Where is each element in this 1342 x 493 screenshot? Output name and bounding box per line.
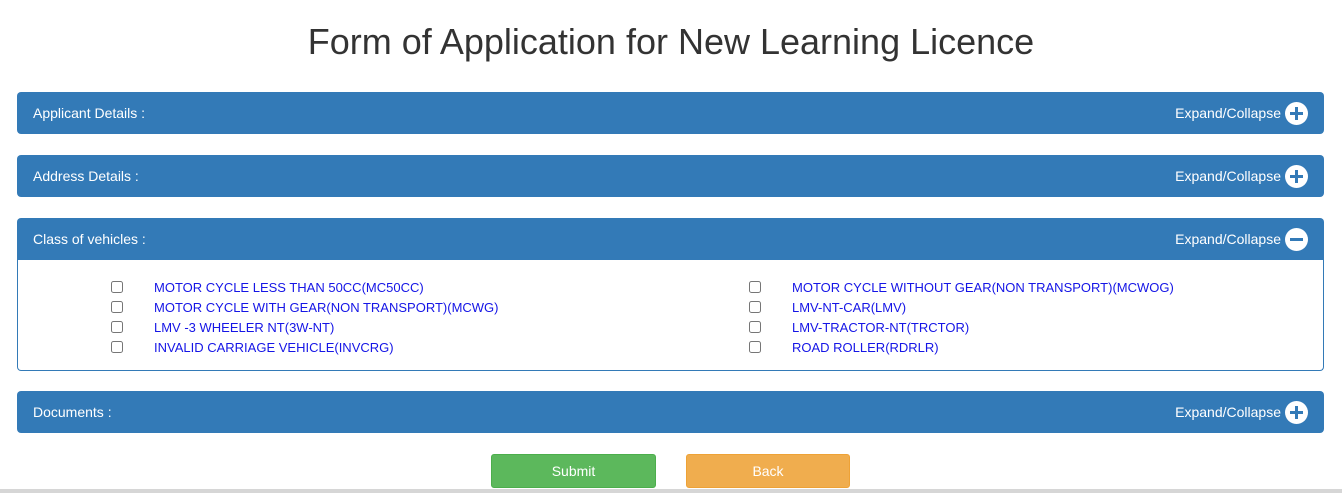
vehicle-option[interactable]: ROAD ROLLER(RDRLR) [749, 337, 1174, 357]
vehicle-list-right: MOTOR CYCLE WITHOUT GEAR(NON TRANSPORT)(… [749, 277, 1174, 357]
applicant-details-panel: Applicant Details : Expand/Collapse [17, 92, 1324, 134]
address-details-header[interactable]: Address Details : Expand/Collapse [17, 155, 1324, 197]
vehicle-option-label[interactable]: MOTOR CYCLE WITHOUT GEAR(NON TRANSPORT)(… [792, 280, 1174, 295]
minus-circle-icon[interactable] [1285, 227, 1308, 251]
vehicle-option[interactable]: LMV-NT-CAR(LMV) [749, 297, 1174, 317]
class-of-vehicles-panel: Class of vehicles : Expand/Collapse MOTO… [17, 218, 1324, 371]
address-details-title: Address Details : [33, 168, 139, 184]
vehicle-option-label[interactable]: INVALID CARRIAGE VEHICLE(INVCRG) [154, 340, 394, 355]
expand-collapse-label: Expand/Collapse [1175, 231, 1281, 247]
vehicle-option-label[interactable]: ROAD ROLLER(RDRLR) [792, 340, 939, 355]
vehicle-checkbox[interactable] [111, 281, 123, 293]
documents-title: Documents : [33, 404, 112, 420]
applicant-details-toggle[interactable]: Expand/Collapse [1175, 101, 1308, 125]
documents-panel: Documents : Expand/Collapse [17, 391, 1324, 433]
vehicle-list-left: MOTOR CYCLE LESS THAN 50CC(MC50CC) MOTOR… [111, 277, 499, 357]
vehicle-checkbox[interactable] [111, 321, 123, 333]
vehicle-checkbox[interactable] [111, 341, 123, 353]
expand-collapse-label: Expand/Collapse [1175, 105, 1281, 121]
documents-header[interactable]: Documents : Expand/Collapse [17, 391, 1324, 433]
vehicle-option-label[interactable]: MOTOR CYCLE WITH GEAR(NON TRANSPORT)(MCW… [154, 300, 499, 315]
vehicle-checkbox[interactable] [749, 301, 761, 313]
back-button[interactable]: Back [686, 454, 850, 488]
expand-collapse-label: Expand/Collapse [1175, 168, 1281, 184]
vehicle-option[interactable]: MOTOR CYCLE LESS THAN 50CC(MC50CC) [111, 277, 499, 297]
vehicle-checkbox[interactable] [111, 301, 123, 313]
vehicle-option-label[interactable]: MOTOR CYCLE LESS THAN 50CC(MC50CC) [154, 280, 424, 295]
plus-circle-icon[interactable] [1285, 101, 1308, 125]
vehicle-option-label[interactable]: LMV-NT-CAR(LMV) [792, 300, 906, 315]
vehicle-option-label[interactable]: LMV-TRACTOR-NT(TRCTOR) [792, 320, 969, 335]
documents-toggle[interactable]: Expand/Collapse [1175, 400, 1308, 424]
class-of-vehicles-toggle[interactable]: Expand/Collapse [1175, 227, 1308, 251]
vehicle-checkbox[interactable] [749, 341, 761, 353]
vehicle-option[interactable]: MOTOR CYCLE WITH GEAR(NON TRANSPORT)(MCW… [111, 297, 499, 317]
plus-circle-icon[interactable] [1285, 164, 1308, 188]
page-title: Form of Application for New Learning Lic… [307, 21, 1035, 62]
plus-circle-icon[interactable] [1285, 400, 1308, 424]
address-details-panel: Address Details : Expand/Collapse [17, 155, 1324, 197]
vehicle-checkbox[interactable] [749, 281, 761, 293]
horizontal-scrollbar[interactable] [0, 489, 1342, 493]
applicant-details-title: Applicant Details : [33, 105, 146, 121]
vehicle-option[interactable]: MOTOR CYCLE WITHOUT GEAR(NON TRANSPORT)(… [749, 277, 1174, 297]
vehicle-option-label[interactable]: LMV -3 WHEELER NT(3W-NT) [154, 320, 334, 335]
applicant-details-header[interactable]: Applicant Details : Expand/Collapse [17, 92, 1324, 134]
vehicle-checkbox[interactable] [749, 321, 761, 333]
vehicle-option[interactable]: LMV-TRACTOR-NT(TRCTOR) [749, 317, 1174, 337]
address-details-toggle[interactable]: Expand/Collapse [1175, 164, 1308, 188]
class-of-vehicles-title: Class of vehicles : [33, 231, 146, 247]
vehicle-option[interactable]: INVALID CARRIAGE VEHICLE(INVCRG) [111, 337, 499, 357]
vehicle-option[interactable]: LMV -3 WHEELER NT(3W-NT) [111, 317, 499, 337]
submit-button[interactable]: Submit [491, 454, 656, 488]
class-of-vehicles-body: MOTOR CYCLE LESS THAN 50CC(MC50CC) MOTOR… [17, 260, 1324, 371]
expand-collapse-label: Expand/Collapse [1175, 404, 1281, 420]
class-of-vehicles-header[interactable]: Class of vehicles : Expand/Collapse [17, 218, 1324, 260]
